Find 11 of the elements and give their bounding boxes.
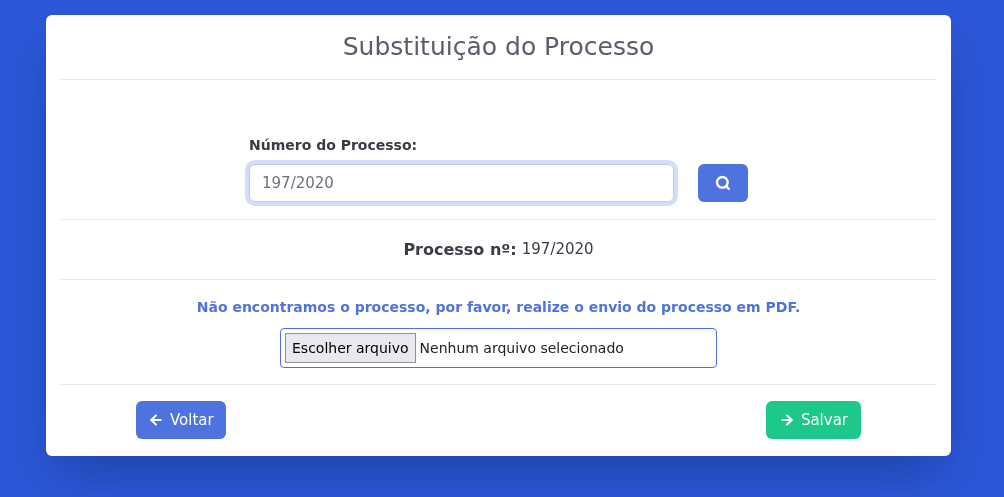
process-number: 197/2020 <box>521 239 594 261</box>
search-button[interactable] <box>698 164 748 202</box>
file-status: Nenhum arquivo selecionado <box>419 338 624 358</box>
page-title: Substituição do Processo <box>342 31 655 64</box>
back-button[interactable]: Voltar <box>136 401 226 439</box>
search-icon <box>715 175 731 191</box>
choose-file-button[interactable]: Escolher arquivo <box>285 333 416 363</box>
file-input[interactable]: Escolher arquivo Nenhum arquivo selecionado <box>280 328 717 368</box>
field-label: Número do Processo: <box>249 136 418 155</box>
not-found-message: Não encontramos o processo, por favor, realize o envio do processo em PDF. <box>196 298 801 317</box>
process-label: Processo nº: <box>403 238 517 261</box>
